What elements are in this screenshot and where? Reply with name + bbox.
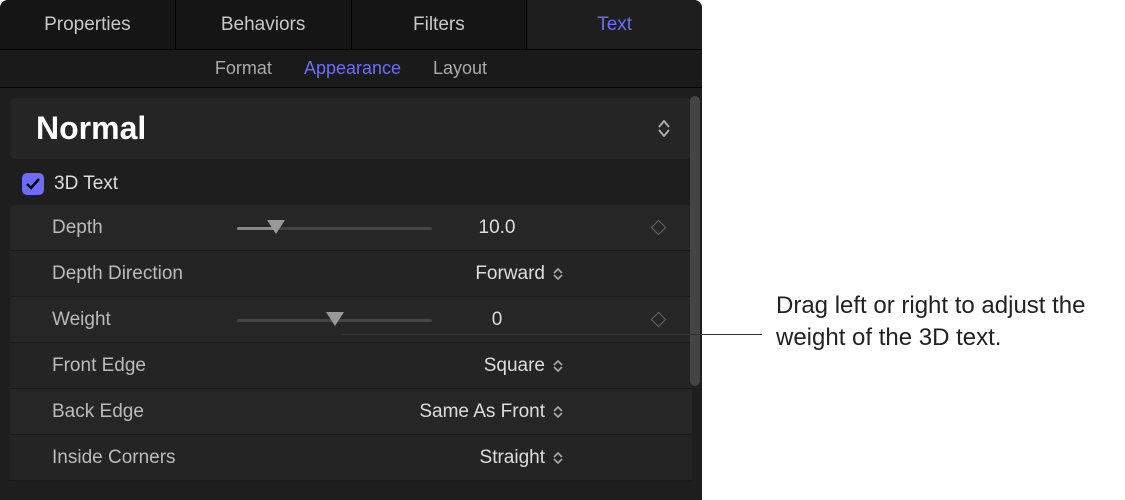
dropdown-value: Straight: [480, 447, 545, 469]
param-label: Weight: [52, 309, 237, 331]
tab-text[interactable]: Text: [527, 0, 702, 49]
depth-keyframe[interactable]: [638, 222, 678, 233]
chevron-updown-icon: [553, 452, 563, 464]
back-edge-dropdown[interactable]: Same As Front: [237, 401, 678, 423]
preset-dropdown[interactable]: Normal: [10, 98, 692, 159]
3d-text-checkbox[interactable]: [22, 173, 44, 195]
subtab-layout[interactable]: Layout: [433, 58, 487, 79]
callout-text: Drag left or right to adjust the weight …: [776, 290, 1125, 355]
param-depth: Depth 10.0: [10, 205, 692, 251]
param-back-edge: Back Edge Same As Front: [10, 389, 692, 435]
stepper-icon[interactable]: [658, 120, 670, 137]
weight-value[interactable]: 0: [432, 309, 562, 331]
tab-properties[interactable]: Properties: [0, 0, 176, 49]
weight-slider[interactable]: [237, 310, 432, 330]
dropdown-value: Same As Front: [419, 401, 545, 423]
depth-slider[interactable]: [237, 218, 432, 238]
param-inside-corners: Inside Corners Straight: [10, 435, 692, 481]
top-tab-bar: Properties Behaviors Filters Text: [0, 0, 702, 50]
param-label: Inside Corners: [52, 447, 237, 469]
tab-behaviors[interactable]: Behaviors: [176, 0, 352, 49]
params-list: Depth 10.0 Depth Direction Forward Weigh…: [10, 205, 692, 481]
param-label: Depth: [52, 217, 237, 239]
depth-direction-dropdown[interactable]: Forward: [237, 263, 678, 285]
param-depth-direction: Depth Direction Forward: [10, 251, 692, 297]
slider-thumb-icon[interactable]: [267, 220, 285, 234]
chevron-updown-icon: [553, 360, 563, 372]
front-edge-dropdown[interactable]: Square: [237, 355, 678, 377]
param-label: Front Edge: [52, 355, 237, 377]
scrollbar[interactable]: [690, 96, 700, 386]
inside-corners-dropdown[interactable]: Straight: [237, 447, 678, 469]
callout-line: [342, 334, 762, 335]
dropdown-value: Forward: [475, 263, 545, 285]
chevron-updown-icon: [553, 268, 563, 280]
weight-keyframe[interactable]: [638, 314, 678, 325]
subtab-format[interactable]: Format: [215, 58, 272, 79]
3d-text-label: 3D Text: [54, 173, 118, 195]
param-label: Depth Direction: [52, 263, 237, 285]
chevron-updown-icon: [553, 406, 563, 418]
tab-filters[interactable]: Filters: [352, 0, 528, 49]
param-front-edge: Front Edge Square: [10, 343, 692, 389]
3d-text-checkbox-row: 3D Text: [0, 159, 702, 205]
preset-label: Normal: [36, 110, 146, 147]
subtab-appearance[interactable]: Appearance: [304, 58, 401, 79]
slider-thumb-icon[interactable]: [326, 312, 344, 326]
param-label: Back Edge: [52, 401, 237, 423]
dropdown-value: Square: [484, 355, 545, 377]
depth-value[interactable]: 10.0: [432, 217, 562, 239]
sub-tab-bar: Format Appearance Layout: [0, 50, 702, 88]
param-weight: Weight 0: [10, 297, 692, 343]
inspector-panel: Properties Behaviors Filters Text Format…: [0, 0, 702, 500]
